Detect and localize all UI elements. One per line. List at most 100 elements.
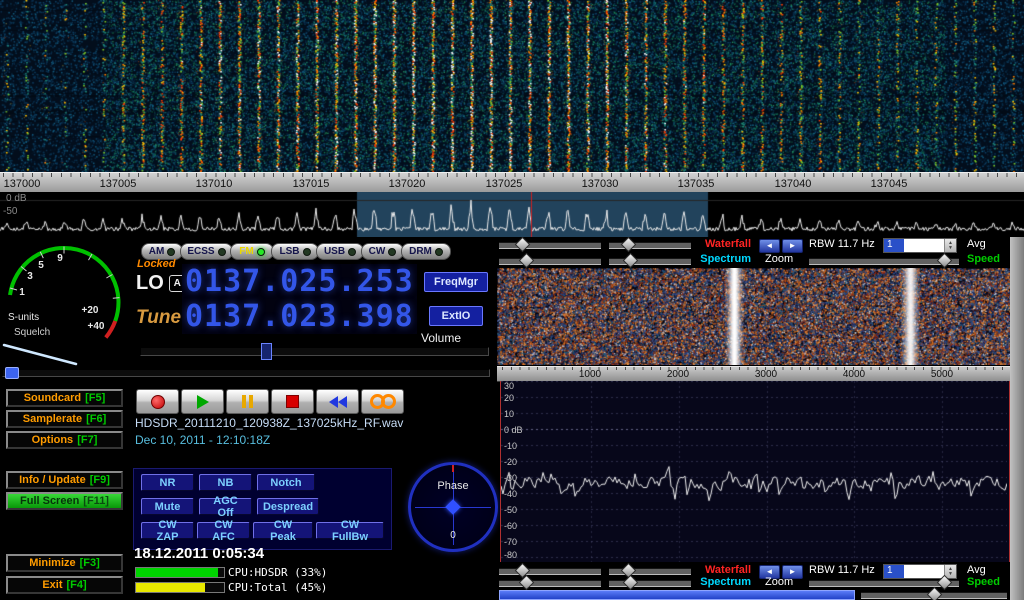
waterfall-upper-limit-slider[interactable] (499, 568, 601, 575)
spectrum-upper-limit-slider[interactable] (499, 258, 601, 265)
phase-marker-icon (452, 465, 454, 472)
rf-frequency-scale[interactable]: 1000 2000 3000 4000 5000 (497, 366, 1010, 382)
volume-slider-handle[interactable] (261, 343, 272, 360)
rf-spectrum-canvas[interactable] (501, 381, 1007, 562)
record-button[interactable] (136, 389, 179, 414)
agc-off-button[interactable]: AGC Off (199, 498, 252, 515)
cpu-hdsdr-bar (135, 567, 225, 578)
avg-label: Avg (967, 238, 986, 250)
menu-hotkey: [F4] (67, 579, 87, 591)
extio-button[interactable]: ExtIO (429, 306, 483, 326)
recording-filename: HDSDR_20111210_120938Z_137025kHz_RF.wav (135, 416, 403, 430)
phase-label: Phase (411, 480, 495, 492)
nr-button[interactable]: NR (141, 474, 194, 491)
slider-diamond-handle[interactable] (937, 253, 953, 269)
tune-frequency-value[interactable]: 0137.023.398 (182, 299, 417, 334)
slider-diamond-handle[interactable] (927, 587, 943, 600)
rbw-label: RBW 11.7 Hz (809, 564, 875, 576)
fullscreen-button[interactable]: Full Screen[F11] (6, 492, 123, 510)
cpu-total-fill (136, 583, 205, 592)
zoom-pan-slider[interactable] (861, 592, 1007, 599)
waterfall-label: Waterfall (693, 564, 751, 576)
squelch-label: Squelch (14, 327, 50, 338)
slider-diamond-handle[interactable] (515, 237, 531, 253)
cw-fullbw-button[interactable]: CW FullBw (316, 522, 384, 539)
samplerate-button[interactable]: Samplerate[F6] (6, 410, 123, 428)
options-button[interactable]: Options[F7] (6, 431, 123, 449)
main-spectrum-display[interactable]: 0 dB -50 (0, 192, 1024, 237)
main-frequency-scale[interactable]: 137000 137005 137010 137015 137020 13702… (0, 172, 1024, 194)
rf-spectrum-display[interactable]: 30 20 10 0 dB -10 -20 -30 -40 -50 -60 -7… (500, 381, 1010, 562)
zoom-label: Zoom (765, 253, 793, 265)
waterfall-lower-limit-slider[interactable] (609, 568, 691, 575)
db-axis-label: -30 (504, 473, 517, 483)
waterfall-lower-limit-slider[interactable] (609, 242, 691, 249)
right-arrow-button[interactable]: ► (782, 239, 803, 253)
slider-diamond-handle[interactable] (623, 575, 639, 591)
pause-button[interactable] (226, 389, 269, 414)
mode-button-lsb[interactable]: LSB (271, 243, 319, 260)
frequency-tick-label: 137035 (678, 178, 715, 190)
waterfall-label: Waterfall (693, 238, 751, 250)
lo-frequency-value[interactable]: 0137.025.253 (182, 264, 417, 299)
slider-diamond-handle[interactable] (519, 253, 535, 269)
cw-afc-button[interactable]: CW AFC (197, 522, 250, 539)
spectrum-lower-limit-slider[interactable] (609, 258, 691, 265)
mode-button-fm[interactable]: FM (230, 243, 274, 260)
waterfall-upper-limit-slider[interactable] (499, 242, 601, 249)
info-update-button[interactable]: Info / Update[F9] (6, 471, 123, 489)
mode-button-usb[interactable]: USB (316, 243, 364, 260)
mode-led-icon (348, 248, 356, 256)
slider-diamond-handle[interactable] (623, 253, 639, 269)
nb-button[interactable]: NB (199, 474, 252, 491)
mode-led-icon (435, 248, 443, 256)
freqmgr-button[interactable]: FreqMgr (424, 272, 488, 292)
avg-select[interactable]: 1 ▲▼ (883, 238, 957, 253)
cw-zap-button[interactable]: CW ZAP (141, 522, 194, 539)
mute-button[interactable]: Mute (141, 498, 194, 515)
mode-button-drm[interactable]: DRM (401, 243, 451, 260)
mode-button-cw[interactable]: CW (361, 243, 404, 260)
s-meter-tick-label: 3 (27, 271, 33, 282)
play-button[interactable] (181, 389, 224, 414)
zoom-range-bar[interactable] (499, 590, 855, 600)
soundcard-button[interactable]: Soundcard[F5] (6, 389, 123, 407)
notch-button[interactable]: Notch (257, 474, 315, 491)
menu-label: Minimize (29, 557, 75, 569)
scroll-down-icon[interactable]: ▼ (948, 246, 953, 251)
rf-waterfall-display[interactable] (497, 268, 1010, 365)
menu-hotkey: [F9] (90, 474, 110, 486)
phase-scope[interactable]: Phase 0 (408, 462, 498, 552)
scroll-down-icon[interactable]: ▼ (948, 572, 953, 577)
left-arrow-button[interactable]: ◄ (759, 239, 780, 253)
cpu-total-bar (135, 582, 225, 593)
speed-slider[interactable] (809, 580, 959, 587)
menu-label: Samplerate (23, 413, 82, 425)
spectrum-label: Spectrum (693, 576, 751, 588)
spectrum-upper-limit-slider[interactable] (499, 580, 601, 587)
loop-button[interactable] (361, 389, 404, 414)
s-meter-tick-label: +40 (88, 321, 105, 332)
main-spectrum-canvas[interactable] (0, 192, 1024, 237)
volume-slider[interactable] (140, 347, 489, 356)
speed-slider[interactable] (809, 258, 959, 265)
frequency-tick-label: 137025 (486, 178, 523, 190)
frequency-tick-label: 3000 (755, 369, 777, 380)
despread-button[interactable]: Despread (257, 498, 319, 515)
squelch-slider[interactable] (2, 369, 490, 377)
exit-button[interactable]: Exit[F4] (6, 576, 123, 594)
cpu-hdsdr-text: CPU:HDSDR (33%) (228, 566, 327, 579)
mode-button-ecss[interactable]: ECSS (180, 243, 233, 260)
slider-diamond-handle[interactable] (621, 237, 637, 253)
combo-scrollbar[interactable]: ▲▼ (944, 239, 956, 252)
squelch-slider-handle[interactable] (5, 367, 19, 379)
minimize-button[interactable]: Minimize[F3] (6, 554, 123, 572)
db-axis-label: -50 (3, 206, 17, 217)
stop-button[interactable] (271, 389, 314, 414)
transport-controls (136, 389, 404, 414)
main-waterfall-display[interactable] (0, 0, 1024, 172)
rewind-button[interactable] (316, 389, 359, 414)
spectrum-lower-limit-slider[interactable] (609, 580, 691, 587)
cw-peak-button[interactable]: CW Peak (253, 522, 313, 539)
display-controls-top: Waterfall ◄ ► RBW 11.7 Hz 1 ▲▼ Avg Spect… (497, 237, 1010, 267)
